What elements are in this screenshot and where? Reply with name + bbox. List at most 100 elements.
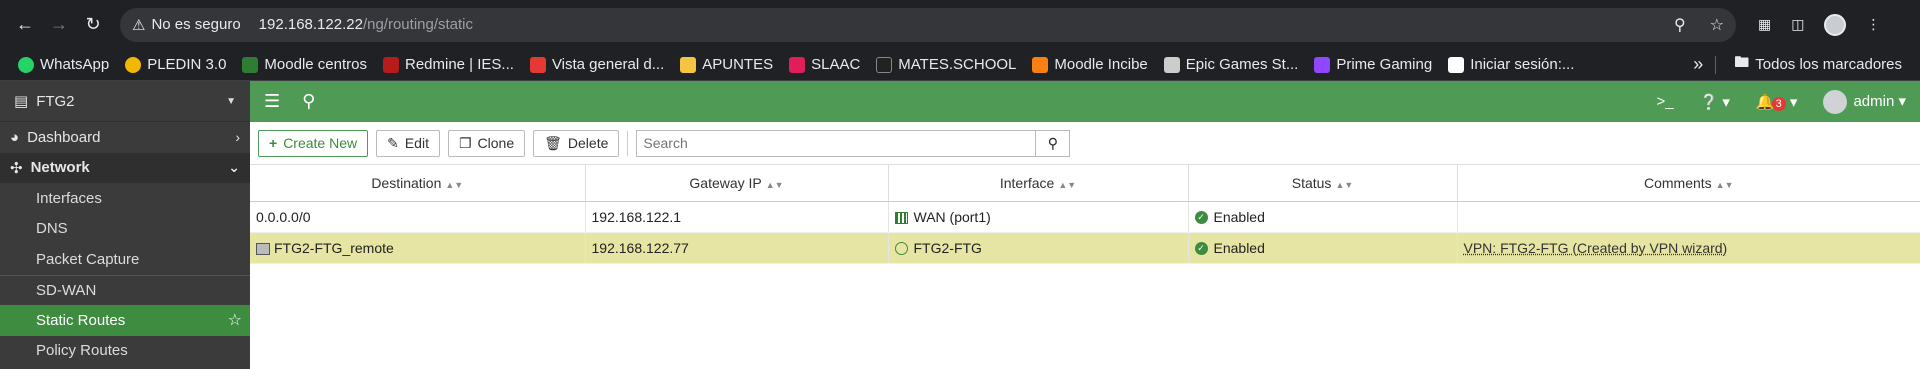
sort-icon: ▲▼ [445, 179, 464, 190]
bookmark-slaac[interactable]: SLAAC [781, 56, 868, 73]
caret-down-icon: ▼ [226, 95, 236, 107]
bookmark-star-icon[interactable]: ☆ [1710, 15, 1724, 35]
comments-cell: VPN: FTG2-FTG (Created by VPN wizard) [1457, 232, 1920, 264]
sidebar-item-dashboard[interactable]: ◕ Dashboard › [0, 122, 250, 153]
sidebar-item-network[interactable]: ✣ Network ⌄ [0, 152, 250, 183]
delete-button[interactable]: 🗑 Delete [533, 129, 620, 157]
bookmark-icon [680, 56, 697, 73]
clone-button[interactable]: ❐ Clone [447, 129, 526, 157]
column-header-comments[interactable]: Comments ▲▼ [1457, 165, 1920, 202]
chevron-down-icon: ⌄ [228, 159, 240, 176]
bookmark-mates-school[interactable]: MATES.SCHOOL [868, 56, 1024, 73]
address-bar[interactable]: ⚠ No es seguro 192.168.122.22/ng/routing… [120, 7, 1736, 42]
column-header-status[interactable]: Status ▲▼ [1188, 165, 1458, 202]
sidebar-item-policy-routes[interactable]: Policy Routes [0, 336, 250, 367]
bookmarks-folder[interactable]: 🖿 Todos los marcadores [1726, 52, 1910, 77]
bookmark-icon [18, 56, 34, 73]
bookmark-redmine[interactable]: Redmine | IES... [375, 56, 522, 73]
status-cell: ✓ Enabled [1188, 232, 1458, 264]
bookmark-icon [242, 56, 259, 73]
url-path: /ng/routing/static [362, 16, 474, 33]
device-name: FTG2 [36, 92, 75, 110]
security-label: No es seguro [151, 16, 241, 33]
bookmark-icon [876, 56, 893, 73]
fortigate-app: ▤ FTG2 ▼ ◕ Dashboard › ✣ Network ⌄ Inter… [0, 81, 1920, 369]
menu-icon[interactable]: ⋮ [1866, 16, 1880, 33]
trash-icon: 🗑 [544, 134, 562, 151]
bookmark-prime-gaming[interactable]: Prime Gaming [1306, 56, 1440, 73]
column-header-interface[interactable]: Interface ▲▼ [888, 165, 1189, 202]
bookmark-icon [382, 56, 399, 73]
sidebar-item-packet-capture[interactable]: Packet Capture [0, 244, 250, 275]
search-icon[interactable]: ⚲ [302, 91, 315, 112]
security-warning[interactable]: ⚠ No es seguro [132, 16, 251, 34]
bookmark-icon [789, 56, 806, 73]
bookmark-vista-general[interactable]: Vista general d... [522, 56, 672, 73]
clone-icon: ❐ [458, 134, 472, 151]
notification-badge: 3 [1771, 96, 1786, 111]
interface-cell: FTG2-FTG [888, 232, 1189, 264]
folder-icon: 🖿 [1734, 54, 1750, 71]
sidebar-item-static-routes[interactable]: Static Routes ☆ [0, 305, 250, 336]
plus-icon: + [269, 135, 278, 151]
device-selector[interactable]: ▤ FTG2 ▼ [0, 81, 250, 122]
back-icon[interactable]: ← [10, 10, 40, 40]
bookmark-moodle-centros[interactable]: Moodle centros [234, 56, 375, 73]
user-menu[interactable]: admin ▾ [1823, 89, 1906, 114]
bookmark-pledin[interactable]: PLEDIN 3.0 [117, 56, 234, 73]
search-input[interactable] [636, 129, 1037, 157]
gateway-cell: 192.168.122.1 [585, 201, 889, 233]
sidepanel-icon[interactable]: ◫ [1791, 16, 1804, 33]
check-circle-icon: ✓ [1194, 211, 1208, 225]
more-bookmarks-icon[interactable]: » [1681, 54, 1715, 75]
browser-toolbar: ← → ↻ ⚠ No es seguro 192.168.122.22/ng/r… [0, 0, 1920, 49]
favorite-star-icon[interactable]: ☆ [228, 310, 242, 330]
static-routes-table: Destination ▲▼ Gateway IP ▲▼ Interface ▲▼ S… [250, 165, 1920, 264]
sidebar-item-interfaces[interactable]: Interfaces [0, 183, 250, 214]
port-icon [894, 211, 908, 224]
bookmark-apuntes[interactable]: APUNTES [672, 56, 781, 73]
extensions-icon[interactable]: ▦ [1758, 16, 1771, 33]
table-header-row: Destination ▲▼ Gateway IP ▲▼ Interface ▲▼ S… [250, 165, 1920, 202]
sort-icon: ▲▼ [765, 179, 784, 190]
search-box: ⚲ [636, 129, 1071, 157]
help-icon[interactable]: ❔ ▾ [1700, 93, 1730, 111]
hamburger-menu-icon[interactable]: ☰ [264, 91, 280, 112]
edit-button[interactable]: ✎ Edit [376, 129, 440, 157]
check-circle-icon: ✓ [1194, 242, 1208, 256]
table-row[interactable]: 0.0.0.0/0 192.168.122.1 WAN (port1) ✓ Ena… [250, 201, 1920, 233]
device-icon: ▤ [14, 93, 29, 110]
search-button[interactable]: ⚲ [1036, 129, 1071, 157]
cli-console-icon[interactable]: >_ [1656, 93, 1673, 110]
bookmark-whatsapp[interactable]: WhatsApp [10, 56, 117, 73]
notifications-button[interactable]: 🔔3 ▾ [1756, 93, 1797, 111]
comment-text[interactable]: VPN: FTG2-FTG (Created by VPN wizard) [1464, 240, 1728, 256]
password-key-icon[interactable]: ⚲ [1674, 15, 1686, 35]
create-new-button[interactable]: + Create New [258, 129, 369, 157]
column-header-destination[interactable]: Destination ▲▼ [250, 165, 586, 202]
reload-icon[interactable]: ↻ [78, 10, 108, 40]
sidebar-item-sd-wan[interactable]: SD-WAN [0, 274, 250, 306]
bookmark-icon [1032, 56, 1049, 73]
bookmark-separator [1715, 55, 1717, 74]
interface-cell: WAN (port1) [888, 201, 1189, 233]
main-content: ☰ ⚲ >_ ❔ ▾ 🔔3 ▾ admin ▾ + Create New ✎ Edi… [250, 81, 1920, 369]
bookmark-epic-games[interactable]: Epic Games St... [1156, 56, 1307, 73]
table-row[interactable]: FTG2-FTG_remote 192.168.122.77 FTG2-FTG … [250, 232, 1920, 264]
bookmark-iniciar-sesion[interactable]: Iniciar sesión:... [1440, 56, 1582, 73]
bookmark-icon [529, 56, 546, 73]
network-icon: ✣ [10, 159, 23, 177]
address-object-icon [256, 242, 270, 255]
vpn-tunnel-icon [894, 242, 908, 256]
destination-cell: FTG2-FTG_remote [250, 232, 586, 264]
status-cell: ✓ Enabled [1188, 201, 1458, 233]
bookmark-moodle-incibe[interactable]: Moodle Incibe [1024, 56, 1155, 73]
chevron-right-icon: › [235, 129, 240, 146]
pencil-icon: ✎ [387, 134, 399, 151]
bookmark-icon [1314, 56, 1331, 73]
profile-avatar[interactable] [1824, 13, 1847, 36]
forward-icon[interactable]: → [44, 10, 74, 40]
sidebar-item-dns[interactable]: DNS [0, 214, 250, 245]
column-header-gateway-ip[interactable]: Gateway IP ▲▼ [585, 165, 889, 202]
gateway-cell: 192.168.122.77 [585, 232, 889, 264]
